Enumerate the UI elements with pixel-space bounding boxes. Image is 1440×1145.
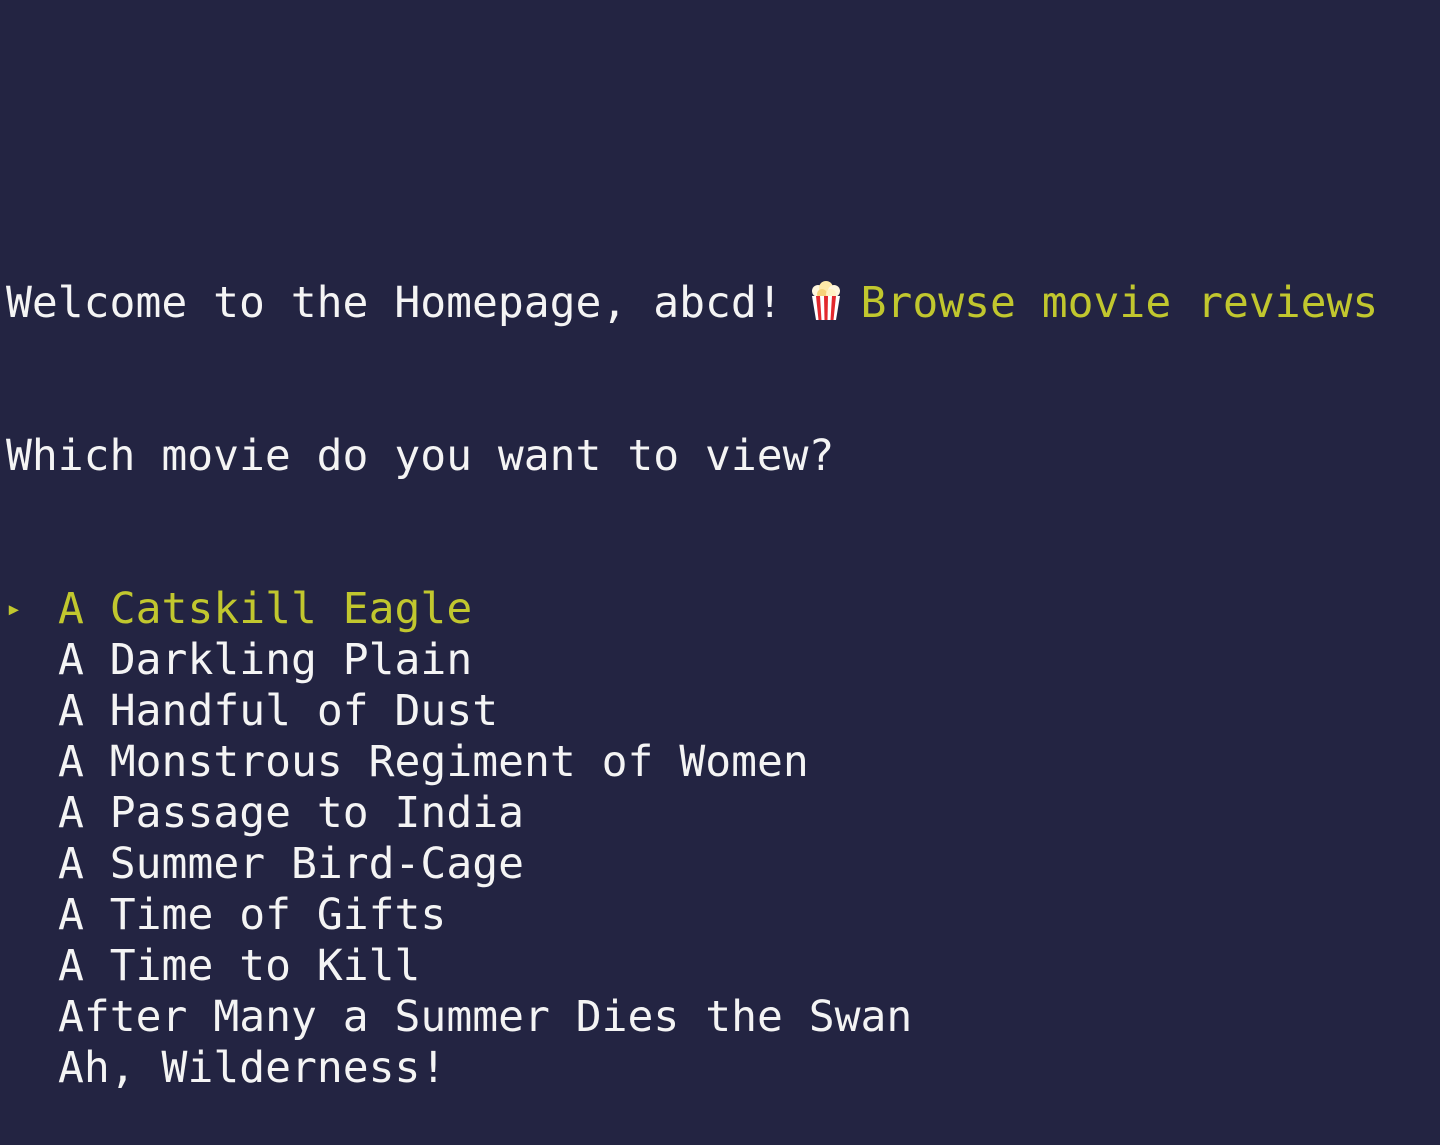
menu-item-label: A Handful of Dust (58, 686, 499, 736)
menu-item[interactable]: A Passage to India (6, 788, 1378, 839)
menu-item[interactable]: A Summer Bird-Cage (6, 839, 1378, 890)
browse-reviews-title: Browse movie reviews (860, 278, 1379, 328)
selection-cursor-icon: ▸ (6, 594, 22, 624)
menu-item[interactable]: A Darkling Plain (6, 635, 1378, 686)
menu-item[interactable]: Ah, Wilderness! (6, 1043, 1378, 1094)
menu-item-label: A Monstrous Regiment of Women (58, 737, 809, 787)
menu-item-label: A Catskill Eagle (58, 584, 473, 634)
menu-item[interactable]: A Handful of Dust (6, 686, 1378, 737)
welcome-line: Welcome to the Homepage, abcd! Browse mo… (6, 278, 1378, 329)
menu-item-label: A Time to Kill (58, 941, 421, 991)
menu-item[interactable]: A Time to Kill (6, 941, 1378, 992)
menu-item-label: A Darkling Plain (58, 635, 473, 685)
welcome-text: Welcome to the Homepage, abcd! (6, 278, 809, 328)
terminal-window: Welcome to the Homepage, abcd! Browse mo… (6, 176, 1378, 1145)
menu-item[interactable]: After Many a Summer Dies the Swan (6, 992, 1378, 1043)
menu-item-label: A Summer Bird-Cage (58, 839, 524, 889)
menu-item-label: A Passage to India (58, 788, 524, 838)
prompt-question: Which movie do you want to view? (6, 431, 835, 481)
menu-item-selected[interactable]: ▸ A Catskill Eagle (6, 584, 1378, 635)
menu-item[interactable]: A Monstrous Regiment of Women (6, 737, 1378, 788)
movie-menu: ▸ A Catskill Eagle A Darkling Plain A Handf… (6, 584, 1378, 1094)
menu-item[interactable]: A Time of Gifts (6, 890, 1378, 941)
popcorn-icon (809, 281, 843, 321)
menu-item-label: After Many a Summer Dies the Swan (58, 992, 913, 1042)
menu-item-label: A Time of Gifts (58, 890, 447, 940)
menu-item-label: Ah, Wilderness! (58, 1043, 447, 1093)
